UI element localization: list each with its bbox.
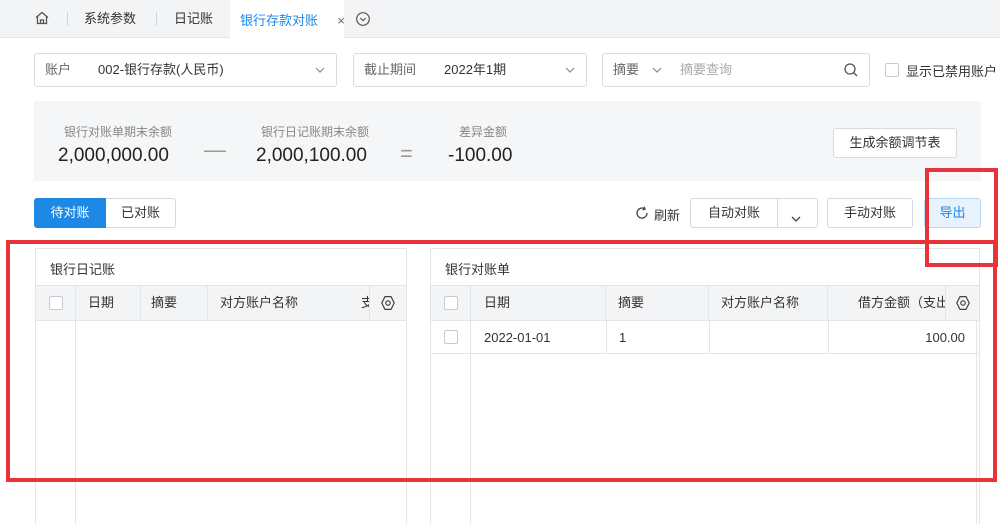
select-all-checkbox[interactable] bbox=[49, 296, 63, 310]
account-select[interactable]: 账户 002-银行存款(人民币) bbox=[34, 53, 337, 87]
auto-match-group: 自动对账 bbox=[690, 198, 818, 228]
bank-statement-title: 银行对账单 bbox=[445, 262, 511, 277]
show-disabled-checkbox[interactable] bbox=[885, 63, 899, 77]
header-select-cell bbox=[36, 286, 76, 320]
table-row[interactable]: 2022-01-01 1 100.00 bbox=[431, 321, 979, 354]
bank-journal-header: 日期 摘要 对方账户名称 支 bbox=[36, 285, 406, 321]
period-value: 2022年1期 bbox=[444, 62, 507, 77]
column-counterparty[interactable]: 对方账户名称 支 bbox=[208, 286, 369, 320]
search-icon[interactable] bbox=[843, 62, 859, 78]
row-debit: 100.00 bbox=[925, 330, 965, 345]
summary-filter-label[interactable]: 摘要 bbox=[613, 54, 639, 86]
bank-statement-balance-label: 银行对账单期末余额 bbox=[64, 125, 173, 139]
difference-value: -100.00 bbox=[448, 145, 513, 166]
column-date[interactable]: 日期 bbox=[76, 286, 141, 320]
bank-journal-panel: 银行日记账 日期 摘要 对方账户名称 支 bbox=[35, 248, 407, 524]
chevron-down-circle-icon[interactable] bbox=[355, 11, 371, 27]
column-settings-cell bbox=[369, 286, 406, 320]
tab-system-params[interactable]: 系统参数 bbox=[84, 0, 136, 38]
column-summary-label: 摘要 bbox=[618, 295, 645, 310]
cell-divider bbox=[606, 321, 607, 354]
tab-pending[interactable]: 待对账 bbox=[34, 198, 106, 228]
journal-balance-value: 2,000,100.00 bbox=[256, 145, 367, 166]
button-divider bbox=[777, 199, 778, 227]
right-edge-line bbox=[976, 321, 977, 524]
export-button[interactable]: 导出 bbox=[924, 198, 981, 228]
column-date-label: 日期 bbox=[88, 295, 115, 310]
cell-divider bbox=[828, 321, 829, 354]
tab-divider bbox=[156, 12, 157, 26]
generate-reconciliation-button[interactable]: 生成余额调节表 bbox=[833, 128, 957, 158]
column-expense-label: 支 bbox=[361, 295, 369, 310]
chevron-down-icon[interactable] bbox=[790, 207, 802, 222]
settings-icon[interactable] bbox=[380, 295, 396, 311]
auto-match-button[interactable]: 自动对账 bbox=[691, 199, 777, 227]
checkbox-column-line bbox=[470, 321, 471, 524]
tab-reconciled[interactable]: 已对账 bbox=[106, 198, 176, 228]
refresh-button[interactable]: 刷新 bbox=[654, 205, 680, 224]
summary-search[interactable]: 摘要 摘要查询 bbox=[602, 53, 870, 87]
bank-statement-balance-value: 2,000,000.00 bbox=[58, 145, 169, 166]
chevron-down-icon[interactable] bbox=[651, 64, 663, 76]
bank-statement-panel: 银行对账单 日期 摘要 对方账户名称 借方金额（支出） 2022-01-01 1… bbox=[430, 248, 980, 524]
period-select[interactable]: 截止期间 2022年1期 bbox=[353, 53, 587, 87]
column-summary[interactable]: 摘要 bbox=[606, 286, 709, 320]
tab-bank-reconciliation[interactable]: 银行存款对账 × bbox=[230, 0, 345, 40]
manual-match-button[interactable]: 手动对账 bbox=[827, 198, 913, 228]
column-counterparty-label: 对方账户名称 bbox=[220, 295, 299, 310]
account-label: 账户 bbox=[45, 62, 72, 77]
tab-bank-reconciliation-label: 银行存款对账 bbox=[240, 13, 319, 28]
refresh-icon[interactable] bbox=[634, 205, 650, 221]
checkbox-column-line bbox=[75, 321, 76, 524]
settings-icon[interactable] bbox=[955, 295, 971, 311]
close-icon[interactable]: × bbox=[337, 2, 345, 40]
tab-bar: 系统参数 日记账 银行存款对账 × bbox=[0, 0, 1000, 38]
chevron-down-icon bbox=[564, 64, 576, 76]
summary-search-placeholder[interactable]: 摘要查询 bbox=[680, 54, 732, 86]
column-settings-cell bbox=[945, 286, 979, 320]
column-counterparty-label: 对方账户名称 bbox=[721, 295, 800, 310]
bank-statement-header: 日期 摘要 对方账户名称 借方金额（支出） bbox=[431, 285, 979, 321]
journal-balance-label: 银行日记账期末余额 bbox=[261, 125, 370, 139]
column-counterparty[interactable]: 对方账户名称 bbox=[709, 286, 828, 320]
difference-label: 差异金额 bbox=[459, 125, 508, 139]
home-icon[interactable] bbox=[34, 10, 50, 26]
row-summary: 1 bbox=[619, 330, 627, 345]
bank-journal-title: 银行日记账 bbox=[50, 262, 116, 277]
column-date[interactable]: 日期 bbox=[471, 286, 606, 320]
column-summary[interactable]: 摘要 bbox=[141, 286, 208, 320]
column-summary-label: 摘要 bbox=[151, 295, 178, 310]
equals-sign: = bbox=[400, 141, 413, 166]
period-label: 截止期间 bbox=[364, 62, 417, 77]
column-debit[interactable]: 借方金额（支出） bbox=[828, 286, 945, 320]
chevron-down-icon bbox=[314, 64, 326, 76]
show-disabled-label[interactable]: 显示已禁用账户 bbox=[906, 61, 997, 80]
column-debit-label: 借方金额（支出） bbox=[858, 295, 945, 310]
header-select-cell bbox=[431, 286, 471, 320]
tab-journal[interactable]: 日记账 bbox=[174, 0, 213, 38]
account-value: 002-银行存款(人民币) bbox=[98, 62, 224, 77]
row-date: 2022-01-01 bbox=[484, 330, 551, 345]
column-date-label: 日期 bbox=[484, 295, 511, 310]
row-checkbox[interactable] bbox=[444, 330, 458, 344]
cell-divider bbox=[709, 321, 710, 354]
minus-sign: — bbox=[204, 137, 226, 162]
select-all-checkbox[interactable] bbox=[444, 296, 458, 310]
balance-summary: 银行对账单期末余额 2,000,000.00 — 银行日记账期末余额 2,000… bbox=[34, 101, 981, 181]
tab-divider bbox=[67, 12, 68, 26]
